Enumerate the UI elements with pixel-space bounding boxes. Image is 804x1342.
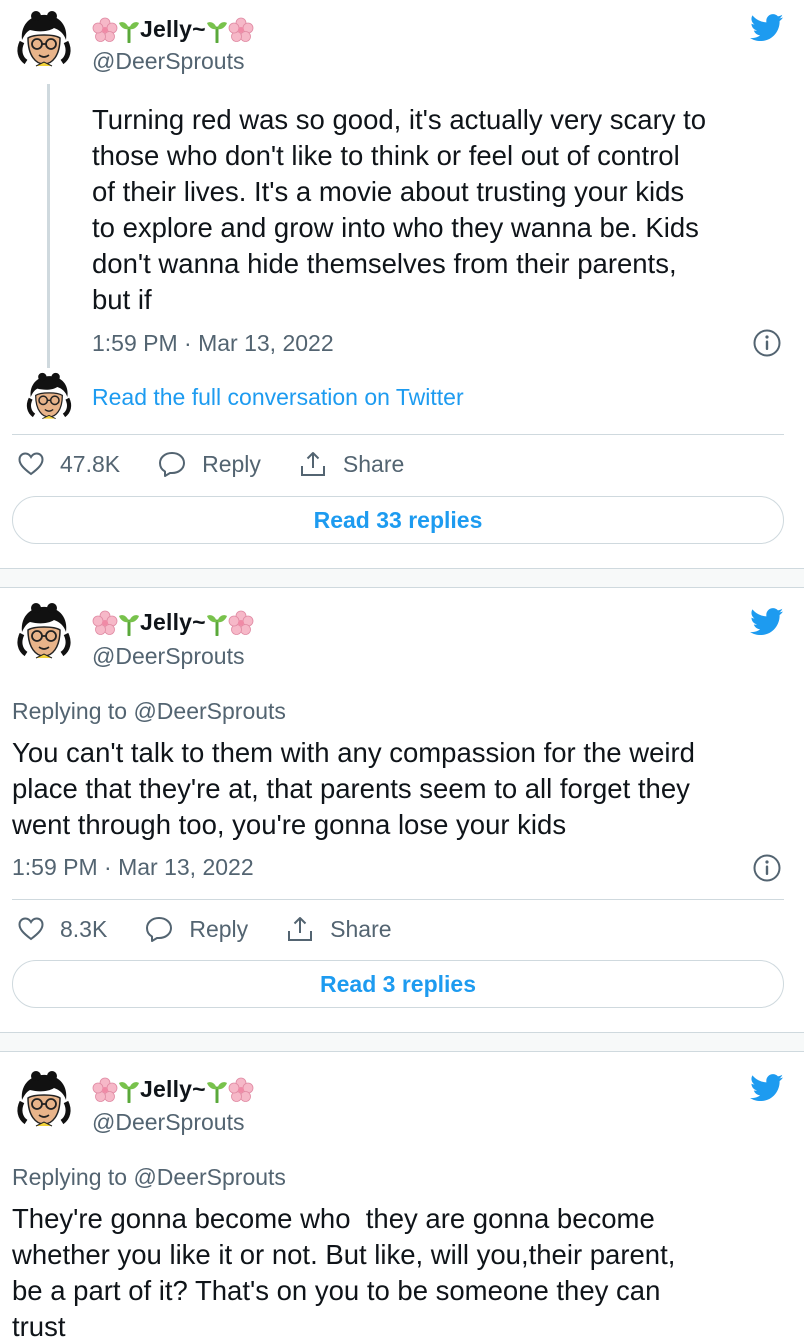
flower-icon (92, 610, 118, 636)
sprout-icon (206, 1077, 228, 1103)
reply-label: Reply (202, 450, 261, 477)
avatar[interactable] (14, 1070, 74, 1130)
like-count: 8.3K (60, 915, 108, 942)
like-button[interactable]: 8.3K (18, 916, 107, 943)
share-button[interactable]: Share (286, 915, 392, 943)
heart-icon (18, 452, 44, 476)
replying-to[interactable]: Replying to @DeerSprouts (12, 1164, 286, 1191)
sprout-icon (206, 17, 228, 43)
tweet-timestamp[interactable]: 1:59 PM · Mar 13, 2022 (92, 330, 334, 357)
display-name[interactable]: Jelly~ (92, 609, 254, 636)
heart-icon (18, 917, 44, 941)
like-button[interactable]: 47.8K (18, 451, 120, 478)
avatar[interactable] (14, 10, 74, 70)
replying-to[interactable]: Replying to @DeerSprouts (12, 698, 286, 725)
info-icon[interactable] (752, 328, 782, 358)
read-replies-button[interactable]: Read 33 replies (12, 496, 784, 544)
sprout-icon (118, 1077, 140, 1103)
share-button[interactable]: Share (299, 450, 404, 478)
sprout-icon (206, 610, 228, 636)
display-name-text: Jelly~ (140, 16, 206, 42)
tweet-card-1: Jelly~ @DeerSprouts Turning red was so g… (0, 0, 804, 569)
thread-line (47, 84, 50, 368)
read-conversation-link[interactable]: Read the full conversation on Twitter (92, 384, 464, 411)
flower-icon (92, 17, 118, 43)
flower-icon (228, 610, 254, 636)
read-replies-button[interactable]: Read 3 replies (12, 960, 784, 1008)
user-handle[interactable]: @DeerSprouts (92, 1109, 244, 1136)
display-name-text: Jelly~ (140, 1076, 206, 1102)
sprout-icon (118, 610, 140, 636)
info-icon[interactable] (752, 853, 782, 883)
like-count: 47.8K (60, 450, 121, 477)
share-icon (299, 450, 327, 478)
display-name[interactable]: Jelly~ (92, 1076, 254, 1103)
twitter-bird-icon[interactable] (750, 14, 784, 42)
twitter-bird-icon[interactable] (750, 1074, 784, 1102)
display-name-text: Jelly~ (140, 609, 206, 635)
tweet-text: Turning red was so good, it's actually v… (92, 104, 707, 315)
flower-icon (92, 1077, 118, 1103)
tweet-text: You can't talk to them with any compassi… (12, 737, 695, 840)
card-gap (0, 1033, 804, 1051)
flower-icon (228, 17, 254, 43)
tweet-text: They're gonna become who they are gonna … (12, 1203, 676, 1342)
divider (12, 899, 784, 900)
flower-icon (228, 1077, 254, 1103)
tweet-card-3: Jelly~ @DeerSprouts Replying to @DeerSpr… (0, 1051, 804, 1342)
divider (12, 434, 784, 435)
share-label: Share (342, 450, 405, 477)
action-bar: 8.3K Reply Share (18, 915, 430, 943)
reply-button[interactable]: Reply (145, 916, 248, 943)
user-handle[interactable]: @DeerSprouts (92, 643, 244, 670)
reply-bubble-icon (145, 916, 173, 942)
reply-label: Reply (189, 915, 249, 942)
display-name[interactable]: Jelly~ (92, 16, 254, 43)
reply-bubble-icon (158, 451, 186, 477)
tweet-timestamp[interactable]: 1:59 PM · Mar 13, 2022 (12, 854, 254, 881)
share-icon (286, 915, 314, 943)
avatar[interactable] (14, 602, 74, 662)
user-handle[interactable]: @DeerSprouts (92, 48, 244, 75)
card-gap (0, 569, 804, 587)
tweet-card-2: Jelly~ @DeerSprouts Replying to @DeerSpr… (0, 587, 804, 1033)
reply-button[interactable]: Reply (158, 451, 261, 478)
action-bar: 47.8K Reply Share (18, 450, 442, 478)
share-label: Share (330, 915, 392, 942)
avatar[interactable] (24, 372, 74, 422)
sprout-icon (118, 17, 140, 43)
twitter-bird-icon[interactable] (750, 608, 784, 636)
